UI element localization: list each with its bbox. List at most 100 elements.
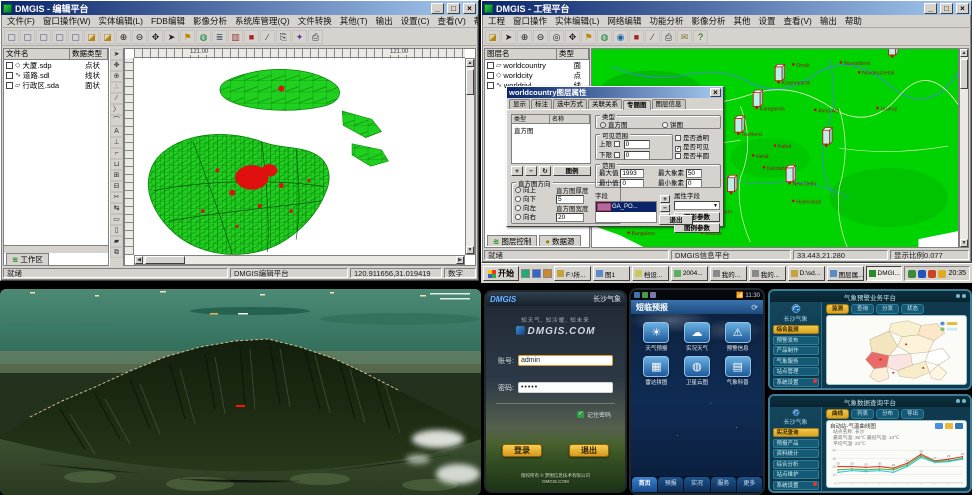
menu-item-0[interactable]: 工程 [484, 15, 509, 27]
add-theme-button[interactable]: + [511, 166, 523, 176]
row-checkbox[interactable] [487, 72, 494, 79]
row-checkbox[interactable] [6, 72, 13, 79]
new-doc-icon[interactable]: ▢ [4, 30, 19, 44]
quicklaunch-icon[interactable] [543, 269, 552, 278]
weather-app-5[interactable]: ▤气象科普 [718, 356, 757, 386]
tray-icon[interactable] [928, 270, 936, 278]
cut-tool-icon[interactable]: ✂ [110, 192, 123, 203]
zoom-in-tool-icon[interactable]: ⊕ [110, 71, 123, 82]
menu-item-10[interactable]: 帮助 [841, 15, 866, 27]
link-icon[interactable]: ⎘ [276, 30, 291, 44]
corner-tool-icon[interactable]: ⌐ [110, 148, 123, 159]
maximize-button[interactable]: □ [940, 3, 953, 14]
print-icon[interactable]: ⎙ [661, 30, 676, 44]
task-button-1[interactable]: 图1 [593, 266, 630, 281]
radio-histogram[interactable]: 直方图 [600, 119, 628, 129]
theme-type-list[interactable]: 类型 名称 直方图 [511, 114, 591, 164]
minimize-button[interactable] [956, 399, 960, 403]
close-button[interactable]: × [463, 3, 476, 14]
remember-checkbox[interactable]: ✓ [577, 411, 584, 418]
min-pixel[interactable]: 最小象素 0 [658, 177, 702, 188]
appA-tab-0[interactable]: 监测 [826, 304, 849, 314]
appA-menu-item-5[interactable]: 系统设置 [773, 378, 819, 387]
open-folder-icon[interactable]: ◪ [485, 30, 500, 44]
col-datatype[interactable]: 数据类型 [70, 49, 108, 59]
grid-tool-icon[interactable]: ⊞ [110, 170, 123, 181]
minimize-button[interactable]: _ [431, 3, 444, 14]
direction-radio-3[interactable]: 向右 [515, 213, 536, 222]
open-folder-icon[interactable]: ◪ [100, 30, 115, 44]
dialog-tab-4[interactable]: 专题图 [623, 100, 651, 110]
panel-tab-0[interactable]: ≋ 图层控制 [487, 235, 537, 246]
new-doc-icon[interactable]: ▢ [20, 30, 35, 44]
direction-radio-1[interactable]: 向下 [515, 195, 536, 204]
menu-item-8[interactable]: 输出 [372, 15, 397, 27]
editor-titlebar[interactable]: DMGIS - 编辑平台 _ □ × [1, 1, 478, 15]
dialog-titlebar[interactable]: worldcountry图层属性 × [507, 87, 723, 98]
pan-hand-icon[interactable]: ✥ [148, 30, 163, 44]
attr-field-select[interactable]: ▼ [674, 201, 720, 210]
task-button-4[interactable]: 我的... [710, 266, 747, 281]
map-hscrollbar[interactable]: ◀▶ [134, 255, 465, 265]
flag-check-0[interactable]: 是否透明 [675, 134, 723, 143]
project-titlebar[interactable]: DMGIS - 工程平台 _ □ × [482, 1, 971, 15]
appB-menu-item-1[interactable]: 预报产品 [773, 439, 819, 448]
task-button-3[interactable]: 2004... [671, 266, 708, 281]
terrain-3d-view[interactable] [0, 289, 481, 495]
direction-radio-2[interactable]: 向左 [515, 204, 536, 213]
appA-titlebar[interactable]: 气象预警业务平台 [770, 291, 970, 302]
world-icon[interactable]: ◍ [196, 30, 211, 44]
menu-item-8[interactable]: 查看(V) [780, 15, 816, 27]
weather-app-0[interactable]: ☀天气预报 [637, 322, 676, 352]
close-button[interactable] [962, 294, 966, 298]
menu-item-5[interactable]: 系统库管理(Q) [231, 15, 294, 27]
stop-icon[interactable]: ■ [244, 30, 259, 44]
start-button[interactable]: 开始 [483, 266, 519, 281]
remove-theme-button[interactable]: − [525, 166, 537, 176]
cup-tool-icon[interactable]: ⊔ [110, 159, 123, 170]
task-button-6[interactable]: D:\sd... [788, 266, 825, 281]
selected-field[interactable]: GA_PO... [612, 204, 638, 210]
col-theme-name[interactable]: 名称 [550, 115, 590, 123]
editor-map-canvas[interactable] [134, 58, 465, 255]
node-tool-icon[interactable]: ∴ [110, 82, 123, 93]
map-marker[interactable] [236, 405, 245, 407]
asia-vscrollbar[interactable]: ▲▼ [959, 48, 969, 248]
appA-menu-item-2[interactable]: 产品制作 [773, 346, 819, 355]
appA-tab-1[interactable]: 查询 [851, 304, 874, 314]
close-button[interactable]: × [956, 3, 969, 14]
weather-tab-1[interactable]: 预报 [658, 477, 683, 492]
zoom-in-icon[interactable]: ⊕ [517, 30, 532, 44]
menu-item-11[interactable]: 帮助(H) [470, 15, 478, 27]
chart-icon[interactable]: ▥ [228, 30, 243, 44]
appB-tab-0[interactable]: 曲线 [826, 409, 849, 419]
rect-tool-icon[interactable]: ▭ [110, 214, 123, 225]
task-button-2[interactable]: 档设... [632, 266, 669, 281]
select-arrow-icon[interactable]: ➤ [164, 30, 179, 44]
col-filename[interactable]: 文件名 [4, 49, 70, 59]
appB-tab-2[interactable]: 分布 [876, 409, 899, 419]
info-circle-icon[interactable]: ◉ [613, 30, 628, 44]
dialog-tab-2[interactable]: 选中方式 [553, 99, 587, 109]
menu-item-2[interactable]: 实体编辑(L) [551, 15, 603, 27]
minimize-button[interactable] [956, 294, 960, 298]
row-checkbox[interactable] [487, 82, 494, 89]
flag-check-1[interactable]: ✓是否可见 [675, 143, 723, 152]
appB-menu-item-3[interactable]: 综合分析 [773, 460, 819, 469]
direction-radio-0[interactable]: 向上 [515, 186, 536, 195]
weather-tab-3[interactable]: 服务 [711, 477, 736, 492]
weather-tab-4[interactable]: 更多 [737, 477, 762, 492]
remember-row[interactable]: ✓ 记住密码 [500, 410, 611, 419]
dialog-tab-3[interactable]: 关联关系 [588, 99, 622, 109]
slash-tool-icon[interactable]: ∕ [110, 93, 123, 104]
appB-menu-item-0[interactable]: 实况查询 [773, 428, 819, 437]
pan-hand-tool-icon[interactable]: ✥ [110, 60, 123, 71]
table-row[interactable]: ◇大厦.sdp点状 [4, 60, 108, 70]
menu-item-10[interactable]: 查看(V) [433, 15, 469, 27]
col-layertype[interactable]: 类型 [557, 49, 589, 59]
arc-tool-icon[interactable]: ⌒ [110, 115, 123, 126]
table-row[interactable]: ▱worldcountry面 [485, 60, 589, 70]
appB-menu-item-2[interactable]: 资料统计 [773, 449, 819, 458]
menu-item-6[interactable]: 其他 [729, 15, 754, 27]
upper-limit[interactable]: 上限 0 [599, 138, 650, 149]
